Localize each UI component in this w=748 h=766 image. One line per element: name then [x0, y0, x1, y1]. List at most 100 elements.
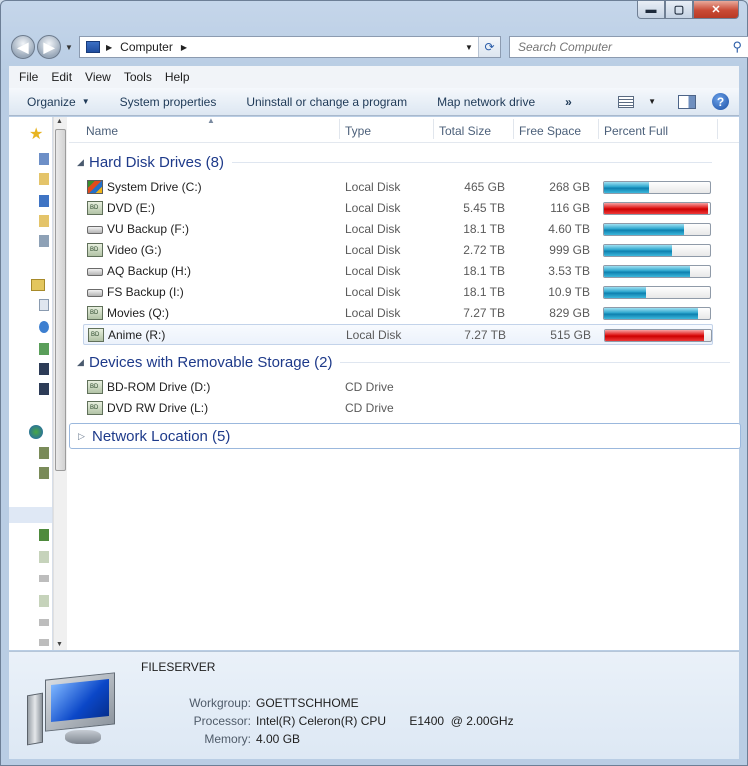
user-icon[interactable] — [39, 447, 49, 459]
menu-file[interactable]: File — [19, 70, 38, 84]
favorites-star-icon[interactable]: ★ — [29, 127, 45, 143]
search-input[interactable] — [518, 40, 718, 54]
minimize-button[interactable]: ▬ — [637, 1, 665, 19]
group-header-removable[interactable]: ◢ Devices with Removable Storage (2) — [77, 352, 731, 372]
collapse-triangle-icon[interactable]: ◢ — [77, 357, 89, 368]
drive-name: BD-ROM Drive (D:) — [107, 380, 211, 394]
nav-item-icon[interactable] — [39, 153, 49, 165]
scroll-up-icon[interactable]: ▲ — [56, 118, 63, 125]
more-commands-button[interactable]: » — [565, 95, 572, 109]
music-icon[interactable] — [39, 321, 49, 333]
processor-label: Processor: — [193, 714, 251, 728]
list-item[interactable]: Movies (Q:) Local Disk 7.27 TB 829 GB — [83, 303, 713, 324]
media-drive-icon[interactable] — [39, 595, 49, 607]
forward-button[interactable]: ▶ — [37, 35, 61, 59]
preview-pane-icon[interactable] — [678, 94, 696, 109]
list-item[interactable]: DVD (E:) Local Disk 5.45 TB 116 GB — [83, 198, 713, 219]
refresh-button[interactable]: ⟳ — [478, 37, 500, 57]
capacity-bar — [603, 286, 711, 299]
homegroup-icon[interactable] — [29, 425, 43, 439]
column-free-space[interactable]: Free Space — [519, 124, 581, 138]
videos-icon[interactable] — [39, 363, 49, 375]
list-item[interactable]: FS Backup (I:) Local Disk 18.1 TB 10.9 TB — [83, 282, 713, 303]
breadcrumb-chevron-icon[interactable]: ▶ — [181, 43, 187, 52]
pictures-icon[interactable] — [39, 343, 49, 355]
column-divider[interactable] — [598, 119, 599, 139]
network-icon[interactable] — [39, 235, 49, 247]
drive-total-size: 18.1 TB — [463, 285, 505, 299]
scrollbar-thumb[interactable] — [55, 129, 66, 471]
videos-icon[interactable] — [39, 383, 49, 395]
drive-name: Anime (R:) — [108, 328, 166, 342]
column-percent-full[interactable]: Percent Full — [604, 124, 668, 138]
menu-edit[interactable]: Edit — [51, 70, 72, 84]
uninstall-program-button[interactable]: Uninstall or change a program — [246, 95, 407, 109]
maximize-button[interactable]: ▢ — [665, 1, 693, 19]
group-header-network[interactable]: ▷ Network Location (5) — [69, 423, 741, 449]
computer-nav-icon[interactable] — [9, 507, 52, 523]
hard-drive-icon — [87, 289, 103, 297]
group-title: Devices with Removable Storage (2) — [89, 353, 333, 371]
hard-drive-icon[interactable] — [39, 619, 49, 626]
column-name[interactable]: Name — [86, 124, 118, 138]
drive-type: Local Disk — [346, 328, 402, 342]
expand-triangle-icon[interactable]: ▷ — [78, 431, 92, 442]
group-divider — [340, 361, 731, 363]
hard-drive-icon — [87, 226, 103, 234]
list-item[interactable]: Video (G:) Local Disk 2.72 TB 999 GB — [83, 240, 713, 261]
menu-tools[interactable]: Tools — [124, 70, 152, 84]
change-view-icon[interactable] — [618, 95, 635, 108]
user-icon[interactable] — [39, 467, 49, 479]
group-header-hard-disks[interactable]: ◢ Hard Disk Drives (8) — [77, 152, 713, 172]
back-arrow-icon: ◀ — [17, 38, 29, 55]
list-item[interactable]: DVD RW Drive (L:) CD Drive — [83, 398, 713, 419]
column-type[interactable]: Type — [345, 124, 371, 138]
menu-help[interactable]: Help — [165, 70, 190, 84]
windows-drive-icon[interactable] — [39, 529, 49, 541]
list-item[interactable]: BD-ROM Drive (D:) CD Drive — [83, 377, 713, 398]
capacity-bar-fill — [604, 245, 672, 256]
documents-icon[interactable] — [39, 299, 49, 311]
search-icon[interactable]: ⚲ — [732, 39, 742, 55]
collapse-triangle-icon[interactable]: ◢ — [77, 157, 89, 168]
organize-button[interactable]: Organize ▼ — [27, 95, 90, 109]
navigation-scrollbar[interactable]: ▲ ▼ — [53, 117, 67, 650]
list-item[interactable]: System Drive (C:) Local Disk 465 GB 268 GB — [83, 177, 713, 198]
column-divider[interactable] — [717, 119, 718, 139]
menu-view[interactable]: View — [85, 70, 111, 84]
folder-icon[interactable] — [39, 173, 49, 185]
drive-total-size: 7.27 TB — [463, 306, 505, 320]
navigation-pane[interactable]: ★ — [9, 117, 53, 650]
drive-total-size: 5.45 TB — [463, 201, 505, 215]
list-item[interactable]: AQ Backup (H:) Local Disk 18.1 TB 3.53 TB — [83, 261, 713, 282]
help-icon[interactable]: ? — [712, 93, 729, 110]
folder-icon[interactable] — [39, 215, 49, 227]
recent-pages-dropdown[interactable]: ▼ — [65, 43, 73, 52]
system-properties-button[interactable]: System properties — [120, 95, 217, 109]
desktop-icon[interactable] — [39, 195, 49, 207]
hard-drive-icon[interactable] — [39, 575, 49, 582]
search-box[interactable]: ⚲ — [509, 36, 748, 58]
media-drive-icon — [87, 306, 103, 320]
address-bar[interactable]: ▶ Computer ▶ ▼ ⟳ — [79, 36, 501, 58]
media-drive-icon — [87, 243, 103, 257]
back-button[interactable]: ◀ — [11, 35, 35, 59]
address-history-dropdown[interactable]: ▼ — [460, 37, 478, 57]
breadcrumb-chevron-icon[interactable]: ▶ — [106, 43, 112, 52]
scroll-down-icon[interactable]: ▼ — [56, 641, 63, 648]
media-drive-icon[interactable] — [39, 551, 49, 563]
column-divider[interactable] — [339, 119, 340, 139]
libraries-icon[interactable] — [31, 279, 45, 291]
column-divider[interactable] — [433, 119, 434, 139]
map-network-drive-button[interactable]: Map network drive — [437, 95, 535, 109]
hard-drive-icon[interactable] — [39, 639, 49, 646]
view-options-dropdown[interactable]: ▼ — [648, 97, 656, 106]
processor-value: Intel(R) Celeron(R) CPU E1400 @ 2.00GHz — [256, 714, 514, 728]
close-button[interactable]: ✕ — [693, 1, 739, 19]
capacity-bar-fill — [604, 224, 684, 235]
column-total-size[interactable]: Total Size — [439, 124, 491, 138]
column-divider[interactable] — [513, 119, 514, 139]
list-item[interactable]: Anime (R:) Local Disk 7.27 TB 515 GB — [83, 324, 713, 345]
breadcrumb-computer[interactable]: Computer — [120, 40, 173, 54]
list-item[interactable]: VU Backup (F:) Local Disk 18.1 TB 4.60 TB — [83, 219, 713, 240]
